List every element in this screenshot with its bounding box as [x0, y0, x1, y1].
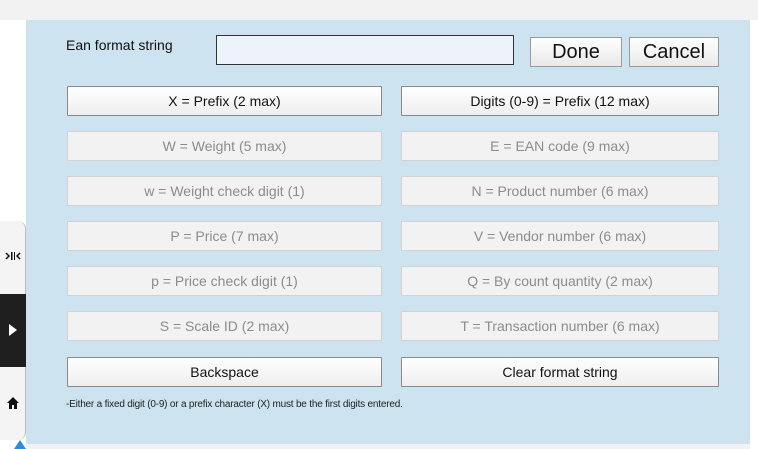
price-button[interactable]: P = Price (7 max) — [67, 221, 382, 251]
play-arrow-icon — [0, 323, 26, 337]
digits-prefix-button[interactable]: Digits (0-9) = Prefix (12 max) — [401, 86, 719, 116]
instruction-note: -Either a fixed digit (0-9) or a prefix … — [66, 399, 403, 410]
vendor-number-button[interactable]: V = Vendor number (6 max) — [401, 221, 719, 251]
transaction-number-button[interactable]: T = Transaction number (6 max) — [401, 311, 719, 341]
clear-format-string-button[interactable]: Clear format string — [401, 357, 719, 387]
bottom-band — [26, 444, 750, 449]
scale-code-icon — [0, 250, 26, 262]
side-tab-strip — [0, 221, 26, 440]
accent-marker — [14, 440, 26, 449]
top-band — [0, 0, 758, 20]
weight-check-digit-button[interactable]: w = Weight check digit (1) — [67, 176, 382, 206]
cancel-button[interactable]: Cancel — [629, 37, 719, 67]
format-string-label: Ean format string — [66, 37, 173, 53]
prefix-x-button[interactable]: X = Prefix (2 max) — [67, 86, 382, 116]
scale-code-tab[interactable] — [0, 221, 26, 294]
scale-id-button[interactable]: S = Scale ID (2 max) — [67, 311, 382, 341]
price-check-digit-button[interactable]: p = Price check digit (1) — [67, 266, 382, 296]
by-count-quantity-button[interactable]: Q = By count quantity (2 max) — [401, 266, 719, 296]
done-button[interactable]: Done — [530, 37, 622, 67]
home-icon — [0, 396, 26, 410]
product-number-button[interactable]: N = Product number (6 max) — [401, 176, 719, 206]
home-tab[interactable] — [0, 367, 26, 440]
weight-button[interactable]: W = Weight (5 max) — [67, 131, 382, 161]
format-string-input[interactable] — [216, 35, 514, 65]
ean-code-button[interactable]: E = EAN code (9 max) — [401, 131, 719, 161]
backspace-button[interactable]: Backspace — [67, 357, 382, 387]
expand-tab[interactable] — [0, 294, 26, 367]
